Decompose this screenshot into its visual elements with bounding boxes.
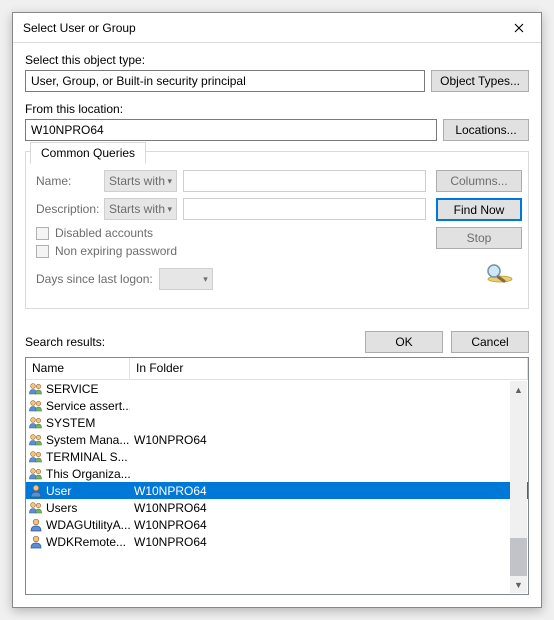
result-folder: W10NPRO64 <box>130 518 528 532</box>
group-icon <box>28 500 44 516</box>
table-row[interactable]: User W10NPRO64 <box>26 482 528 499</box>
common-queries-tab[interactable]: Common Queries <box>30 142 146 164</box>
dialog-title: Select User or Group <box>23 21 499 35</box>
user-icon <box>28 517 44 533</box>
description-match-combo[interactable]: Starts with ▾ <box>104 198 177 220</box>
group-icon <box>28 432 44 448</box>
common-queries-group: Common Queries Name: Starts with ▾ Descr… <box>25 151 529 309</box>
find-now-button[interactable]: Find Now <box>436 198 522 221</box>
result-name: Service assert... <box>46 399 130 413</box>
locations-button[interactable]: Locations... <box>443 119 529 141</box>
result-name: SERVICE <box>46 382 98 396</box>
chevron-down-icon: ▾ <box>167 176 172 187</box>
select-user-or-group-dialog: Select User or Group Select this object … <box>12 12 542 608</box>
non-expiring-checkbox[interactable] <box>36 245 49 258</box>
result-folder: W10NPRO64 <box>130 433 528 447</box>
result-name: Users <box>46 501 77 515</box>
scroll-down-button[interactable]: ▼ <box>510 576 527 593</box>
cancel-button[interactable]: Cancel <box>451 331 529 353</box>
result-folder: W10NPRO64 <box>130 535 528 549</box>
table-row[interactable]: SYSTEM <box>26 414 528 431</box>
user-icon <box>28 483 44 499</box>
group-icon <box>28 398 44 414</box>
scroll-up-button[interactable]: ▲ <box>510 381 527 398</box>
group-icon <box>28 381 44 397</box>
result-folder: W10NPRO64 <box>130 501 528 515</box>
close-button[interactable] <box>499 14 539 42</box>
ok-button[interactable]: OK <box>365 331 443 353</box>
titlebar: Select User or Group <box>13 13 541 43</box>
result-name: System Mana... <box>46 433 129 447</box>
results-header: Name In Folder <box>26 358 528 380</box>
disabled-accounts-checkbox[interactable] <box>36 227 49 240</box>
table-row[interactable]: This Organiza... <box>26 465 528 482</box>
table-row[interactable]: TERMINAL S... <box>26 448 528 465</box>
group-icon <box>28 415 44 431</box>
chevron-down-icon: ▾ <box>203 274 208 285</box>
scroll-track[interactable] <box>510 398 527 576</box>
caret-up-icon: ▲ <box>514 385 523 395</box>
object-type-label: Select this object type: <box>25 53 529 67</box>
magnifier-folder-icon <box>484 261 518 287</box>
location-label: From this location: <box>25 102 529 116</box>
disabled-accounts-label: Disabled accounts <box>55 226 153 240</box>
description-label: Description: <box>36 202 98 216</box>
days-since-logon-label: Days since last logon: <box>36 272 153 286</box>
scroll-thumb[interactable] <box>510 538 527 576</box>
group-icon <box>28 449 44 465</box>
object-type-field[interactable]: User, Group, or Built-in security princi… <box>25 70 425 92</box>
column-header-name[interactable]: Name <box>26 358 130 379</box>
location-field[interactable]: W10NPRO64 <box>25 119 437 141</box>
group-icon <box>28 466 44 482</box>
table-row[interactable]: SERVICE <box>26 380 528 397</box>
result-name: User <box>46 484 71 498</box>
search-results-label: Search results: <box>25 335 105 349</box>
column-header-folder[interactable]: In Folder <box>130 358 528 379</box>
table-row[interactable]: WDKRemote... W10NPRO64 <box>26 533 528 550</box>
description-input[interactable] <box>183 198 426 220</box>
object-types-button[interactable]: Object Types... <box>431 70 529 92</box>
chevron-down-icon: ▾ <box>167 204 172 215</box>
result-name: SYSTEM <box>46 416 95 430</box>
search-results-list[interactable]: Name In Folder SERVICE Service assert... S… <box>25 357 529 595</box>
days-since-logon-combo[interactable]: ▾ <box>159 268 213 290</box>
table-row[interactable]: Users W10NPRO64 <box>26 499 528 516</box>
dialog-body: Select this object type: User, Group, or… <box>13 43 541 327</box>
table-row[interactable]: WDAGUtilityA...W10NPRO64 <box>26 516 528 533</box>
result-name: WDAGUtilityA... <box>46 518 130 532</box>
name-input[interactable] <box>183 170 426 192</box>
result-name: WDKRemote... <box>46 535 126 549</box>
table-row[interactable]: System Mana...W10NPRO64 <box>26 431 528 448</box>
close-icon <box>514 23 524 33</box>
name-match-combo[interactable]: Starts with ▾ <box>104 170 177 192</box>
result-folder: W10NPRO64 <box>130 484 250 498</box>
non-expiring-label: Non expiring password <box>55 244 177 258</box>
name-label: Name: <box>36 174 98 188</box>
result-name: TERMINAL S... <box>46 450 128 464</box>
stop-button[interactable]: Stop <box>436 227 522 249</box>
columns-button[interactable]: Columns... <box>436 170 522 192</box>
table-row[interactable]: Service assert... <box>26 397 528 414</box>
user-icon <box>28 534 44 550</box>
caret-down-icon: ▼ <box>514 580 523 590</box>
result-name: This Organiza... <box>46 467 130 481</box>
scrollbar[interactable]: ▲ ▼ <box>510 381 527 593</box>
